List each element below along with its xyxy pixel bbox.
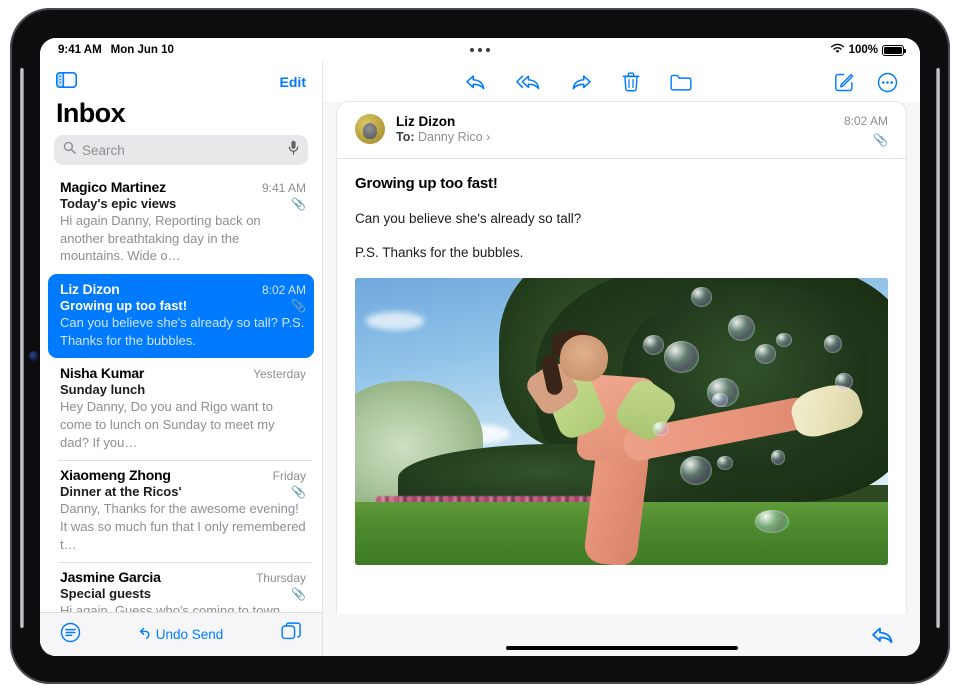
search-input[interactable]: Search [54, 135, 308, 165]
search-container: Search [40, 135, 322, 172]
message-paragraph-1: Can you believe she's already so tall? [355, 211, 582, 226]
status-bar-right: 100% [830, 38, 906, 62]
reply-all-icon[interactable] [516, 73, 541, 92]
sidebar-bottom-toolbar: Undo Send [40, 612, 322, 656]
search-placeholder: Search [82, 142, 125, 158]
multitasking-dots-icon[interactable] [40, 38, 920, 62]
edit-button[interactable]: Edit [280, 74, 306, 90]
detail-toolbar [323, 62, 920, 102]
mail-preview: Hey Danny, Do you and Rigo want to come … [60, 399, 275, 450]
message-sender-block: Liz Dizon To: Danny Rico › [396, 114, 833, 144]
mail-list-item[interactable]: Liz Dizon 8:02 AM Growing up too fast! 📎 Can… [48, 274, 314, 359]
wifi-icon [830, 43, 845, 57]
front-camera [29, 351, 38, 362]
ipad-screen: 9:41 AM Mon Jun 10 100% Edit Inbox Searc… [40, 38, 920, 656]
message-recipients[interactable]: To: Danny Rico › [396, 130, 833, 144]
paperclip-icon: 📎 [291, 196, 306, 211]
search-icon [63, 141, 76, 159]
status-bar: 9:41 AM Mon Jun 10 100% [40, 38, 920, 62]
trash-icon[interactable] [622, 72, 640, 92]
message-time: 8:02 AM [843, 114, 888, 128]
mail-preview: Hi again. Guess who's coming to town wit… [60, 603, 280, 612]
mail-preview: Can you believe she's already so tall? P… [60, 315, 305, 348]
sidebar-header: Edit [40, 62, 322, 96]
battery-percent-label: 100% [848, 44, 878, 56]
mail-sender-wrap: Xiaomeng Zhong [60, 467, 171, 483]
detail-toolbar-right [834, 72, 920, 93]
message-to-label: To: [396, 130, 415, 144]
mail-date: Thursday [255, 571, 306, 586]
message-photo-attachment[interactable] [355, 278, 888, 565]
mail-sender: Jasmine Garcia [60, 569, 161, 586]
new-window-icon[interactable] [281, 621, 302, 648]
reply-icon[interactable] [871, 625, 894, 646]
page-title: Inbox [56, 98, 126, 128]
device-bezel-left [20, 68, 24, 628]
message-body: Growing up too fast! Can you believe she… [337, 159, 906, 614]
mail-preview: Danny, Thanks for the awesome evening! I… [60, 501, 306, 552]
mail-list-item[interactable]: Jasmine Garcia Thursday Special guests 📎 Hi … [48, 562, 314, 612]
microphone-icon[interactable] [288, 140, 299, 160]
mail-sidebar: Edit Inbox Search Magico Martinez 9:41 A… [40, 62, 323, 656]
mail-sender-wrap: Liz Dizon [60, 281, 120, 297]
detail-footer [323, 614, 920, 656]
mail-list[interactable]: Magico Martinez 9:41 AM Today's epic views… [40, 172, 322, 612]
filter-icon[interactable] [60, 622, 81, 648]
mail-subject: Today's epic views [60, 196, 177, 211]
mail-subject: Sunday lunch [60, 382, 146, 398]
battery-icon [882, 44, 906, 56]
avatar [355, 114, 385, 144]
more-circle-icon[interactable] [877, 72, 898, 93]
mail-sender-wrap: Nisha Kumar [60, 365, 144, 381]
device-bezel-right [936, 68, 940, 628]
mail-sender: Nisha Kumar [60, 365, 145, 382]
mail-sender: Magico Martinez [60, 179, 166, 195]
message-card: Liz Dizon To: Danny Rico › 8:02 AM 📎 Gro… [337, 102, 906, 614]
paperclip-icon: 📎 [873, 133, 888, 147]
mail-subject: Growing up too fast! [60, 298, 188, 314]
message-detail-pane: Liz Dizon To: Danny Rico › 8:02 AM 📎 Gro… [323, 62, 920, 656]
undo-send-button[interactable]: Undo Send [139, 627, 224, 642]
message-paragraph-2: P.S. Thanks for the bubbles. [355, 245, 524, 260]
sidebar-toggle-icon[interactable] [56, 71, 77, 93]
mail-sender: Xiaomeng Zhong [60, 467, 171, 484]
mail-preview: Hi again Danny, Reporting back on anothe… [60, 213, 261, 264]
paperclip-icon: 📎 [291, 484, 306, 499]
message-meta: 8:02 AM 📎 [844, 114, 888, 147]
mail-list-item[interactable]: Magico Martinez 9:41 AM Today's epic views… [48, 172, 314, 274]
home-indicator[interactable] [505, 645, 738, 650]
mail-date: 8:02 AM [261, 283, 306, 298]
chevron-right-icon: › [486, 130, 491, 144]
mail-subject: Dinner at the Ricos' [60, 484, 182, 500]
mail-sender-wrap: Magico Martinez [60, 179, 166, 195]
compose-icon[interactable] [834, 72, 855, 93]
mail-subject: Special guests [60, 586, 152, 602]
message-header: Liz Dizon To: Danny Rico › 8:02 AM 📎 [337, 102, 906, 159]
message-subject: Growing up too fast! [355, 175, 498, 192]
detail-toolbar-actions [323, 72, 834, 92]
mail-sender: Liz Dizon [60, 281, 120, 298]
mail-list-item[interactable]: Nisha Kumar Yesterday Sunday lunch Hey Dann… [48, 358, 314, 460]
paperclip-icon: 📎 [291, 586, 306, 601]
undo-send-label: Undo Send [155, 627, 224, 642]
message-to-name: Danny Rico [418, 130, 483, 144]
paperclip-icon: 📎 [291, 298, 306, 313]
mail-sender-wrap: Jasmine Garcia [60, 569, 161, 585]
mail-list-item[interactable]: Xiaomeng Zhong Friday Dinner at the Ricos'… [48, 460, 314, 562]
reply-icon[interactable] [465, 73, 486, 92]
folder-icon[interactable] [670, 73, 692, 92]
mail-date: Yesterday [253, 367, 306, 382]
undo-arrow-icon [139, 627, 152, 642]
mail-date: 9:41 AM [261, 181, 306, 195]
mail-date: Friday [272, 469, 306, 484]
message-from: Liz Dizon [396, 114, 456, 129]
app-body: Edit Inbox Search Magico Martinez 9:41 A… [40, 62, 920, 656]
forward-icon[interactable] [571, 73, 592, 92]
